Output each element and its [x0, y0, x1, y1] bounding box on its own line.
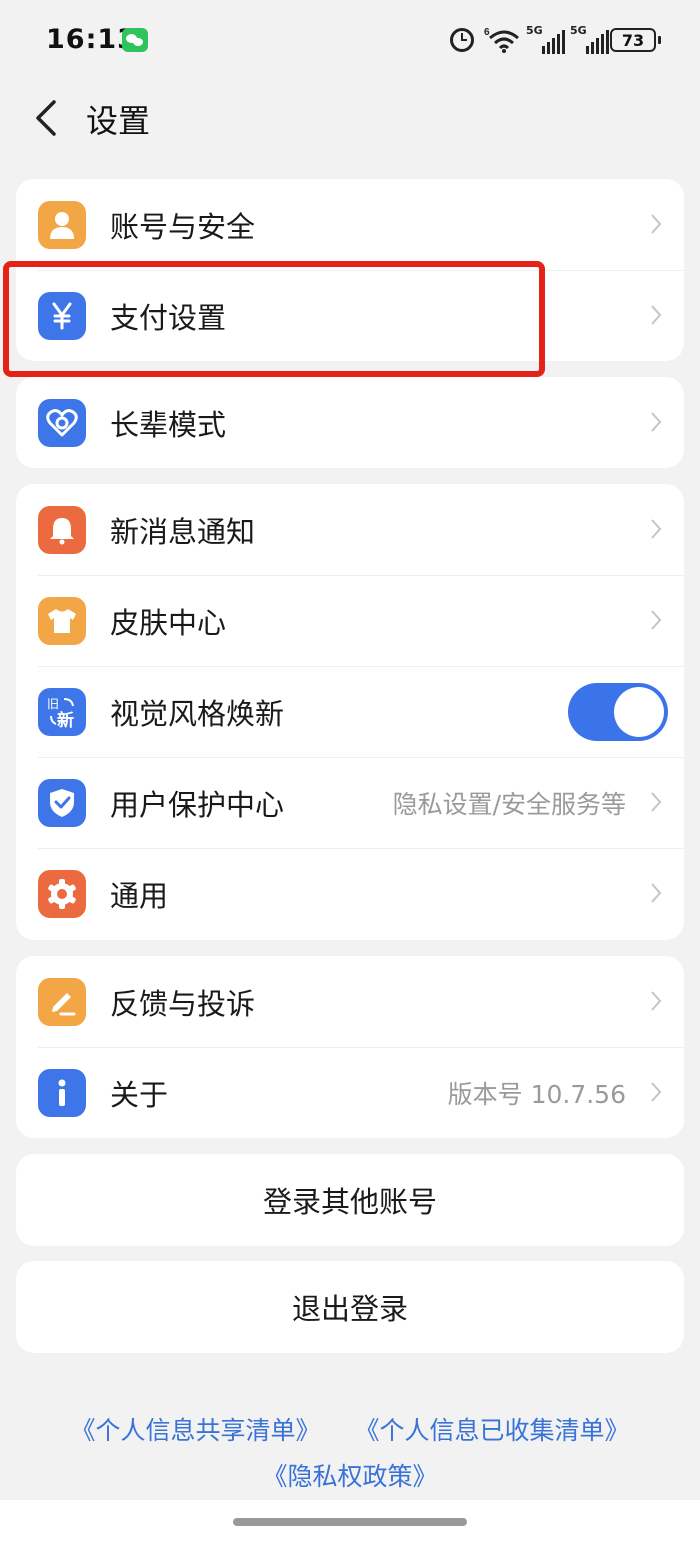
svg-text:6: 6 — [484, 27, 490, 38]
highlight-box-annotation — [3, 261, 545, 377]
visual-style-toggle[interactable] — [568, 683, 668, 741]
menu-label: 反馈与投诉 — [110, 986, 256, 1021]
home-indicator[interactable] — [233, 1518, 467, 1526]
heart-icon — [38, 398, 86, 447]
pen-icon — [38, 977, 86, 1026]
status-bar: 16:13 6 5G 5G 73 — [0, 0, 700, 80]
chevron-right-icon — [651, 883, 662, 903]
svg-text:旧: 旧 — [47, 697, 59, 711]
chevron-right-icon — [651, 1082, 662, 1102]
menu-item-about[interactable]: 关于 版本号 10.7.56 — [16, 1047, 684, 1138]
general-settings-group: 新消息通知 皮肤中心 旧 新 视觉风格焕新 用户保护中心 隐私设置/安全服务等 — [16, 484, 684, 940]
switch-account-button[interactable]: 登录其他账号 — [16, 1154, 684, 1246]
chevron-right-icon — [651, 412, 662, 432]
elder-mode-group: 长辈模式 — [16, 377, 684, 468]
menu-label: 账号与安全 — [110, 209, 256, 244]
alarm-icon — [450, 28, 474, 52]
nav-bar: 设置 — [0, 80, 700, 160]
footer-links-row-2: 《隐私权政策》 — [0, 1457, 700, 1493]
menu-subtitle: 隐私设置/安全服务等 — [392, 789, 626, 819]
chevron-right-icon — [651, 519, 662, 539]
menu-item-visual-style[interactable]: 旧 新 视觉风格焕新 — [16, 666, 684, 757]
menu-label: 新消息通知 — [110, 514, 256, 549]
link-personal-info-collected[interactable]: 《个人信息已收集清单》 — [354, 1416, 629, 1445]
toggle-knob — [614, 687, 664, 737]
battery-icon: 73 — [610, 28, 661, 52]
link-personal-info-sharing[interactable]: 《个人信息共享清单》 — [71, 1416, 321, 1445]
menu-label: 通用 — [110, 878, 169, 913]
svg-text:新: 新 — [57, 710, 74, 731]
menu-item-skin-center[interactable]: 皮肤中心 — [16, 575, 684, 666]
shield-icon — [38, 778, 86, 827]
footer-links-row-1: 《个人信息共享清单》 《个人信息已收集清单》 — [0, 1411, 700, 1447]
menu-item-general[interactable]: 通用 — [16, 848, 684, 939]
page-title: 设置 — [86, 102, 151, 140]
back-arrow-icon[interactable] — [32, 98, 58, 138]
version-number: 版本号 10.7.56 — [447, 1079, 626, 1109]
info-icon — [38, 1068, 86, 1117]
link-privacy-policy[interactable]: 《隐私权政策》 — [262, 1462, 437, 1491]
support-group: 反馈与投诉 关于 版本号 10.7.56 — [16, 956, 684, 1138]
logout-button[interactable]: 退出登录 — [16, 1261, 684, 1353]
chevron-right-icon — [651, 214, 662, 234]
bell-icon — [38, 505, 86, 554]
chevron-right-icon — [651, 305, 662, 325]
chevron-right-icon — [651, 792, 662, 812]
menu-item-user-protection[interactable]: 用户保护中心 隐私设置/安全服务等 — [16, 757, 684, 848]
menu-item-feedback[interactable]: 反馈与投诉 — [16, 956, 684, 1047]
battery-level: 73 — [621, 31, 645, 50]
menu-label: 视觉风格焕新 — [110, 696, 285, 731]
home-indicator-area — [0, 1500, 700, 1543]
wechat-notification-icon — [122, 28, 148, 52]
chevron-right-icon — [651, 610, 662, 630]
refresh-icon: 旧 新 — [38, 687, 86, 736]
gear-icon — [38, 869, 86, 918]
cell-signal-1-icon: 5G — [526, 24, 566, 54]
menu-item-notifications[interactable]: 新消息通知 — [16, 484, 684, 575]
wifi-icon: 6 — [484, 27, 519, 53]
menu-item-account-security[interactable]: 账号与安全 — [16, 179, 684, 270]
menu-item-elder-mode[interactable]: 长辈模式 — [16, 377, 684, 468]
cell-signal-2-icon: 5G — [570, 24, 610, 54]
menu-label: 皮肤中心 — [110, 605, 227, 640]
shirt-icon — [38, 596, 86, 645]
menu-label: 长辈模式 — [110, 407, 227, 442]
user-icon — [38, 200, 86, 249]
menu-label: 用户保护中心 — [110, 787, 285, 822]
chevron-right-icon — [651, 991, 662, 1011]
menu-label: 关于 — [110, 1077, 169, 1112]
